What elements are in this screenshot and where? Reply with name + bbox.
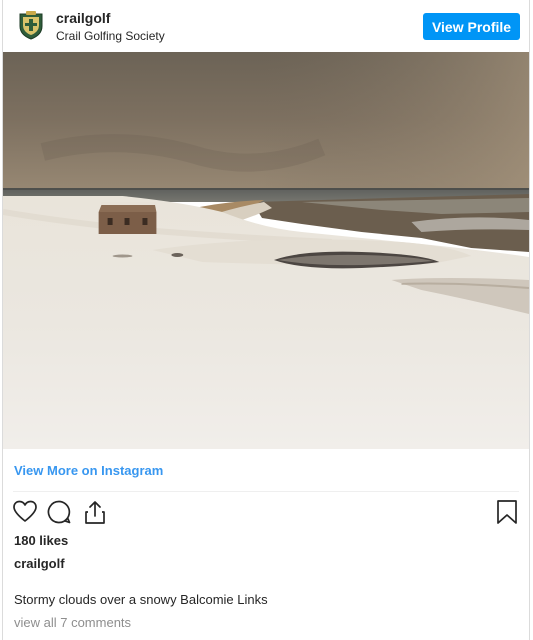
bookmark-icon[interactable] xyxy=(494,499,520,525)
post-caption: Stormy clouds over a snowy Balcomie Link… xyxy=(14,592,268,607)
post-full-name: Crail Golfing Society xyxy=(56,29,165,43)
heart-icon[interactable] xyxy=(12,499,38,525)
crest-avatar-icon[interactable] xyxy=(17,10,45,40)
comment-icon[interactable] xyxy=(46,499,72,525)
view-all-comments-link[interactable]: view all 7 comments xyxy=(14,615,131,630)
caption-username[interactable]: crailgolf xyxy=(14,556,65,571)
view-profile-button[interactable]: View Profile xyxy=(423,13,520,40)
share-icon[interactable] xyxy=(82,499,108,525)
post-username[interactable]: crailgolf xyxy=(56,10,110,26)
post-header: crailgolf Crail Golfing Society View Pro… xyxy=(3,0,529,52)
post-photo[interactable] xyxy=(3,52,529,449)
instagram-embed-card: crailgolf Crail Golfing Society View Pro… xyxy=(2,0,530,640)
likes-count: 180 likes xyxy=(14,533,69,548)
divider xyxy=(13,491,519,492)
view-more-on-instagram-link[interactable]: View More on Instagram xyxy=(14,463,163,478)
